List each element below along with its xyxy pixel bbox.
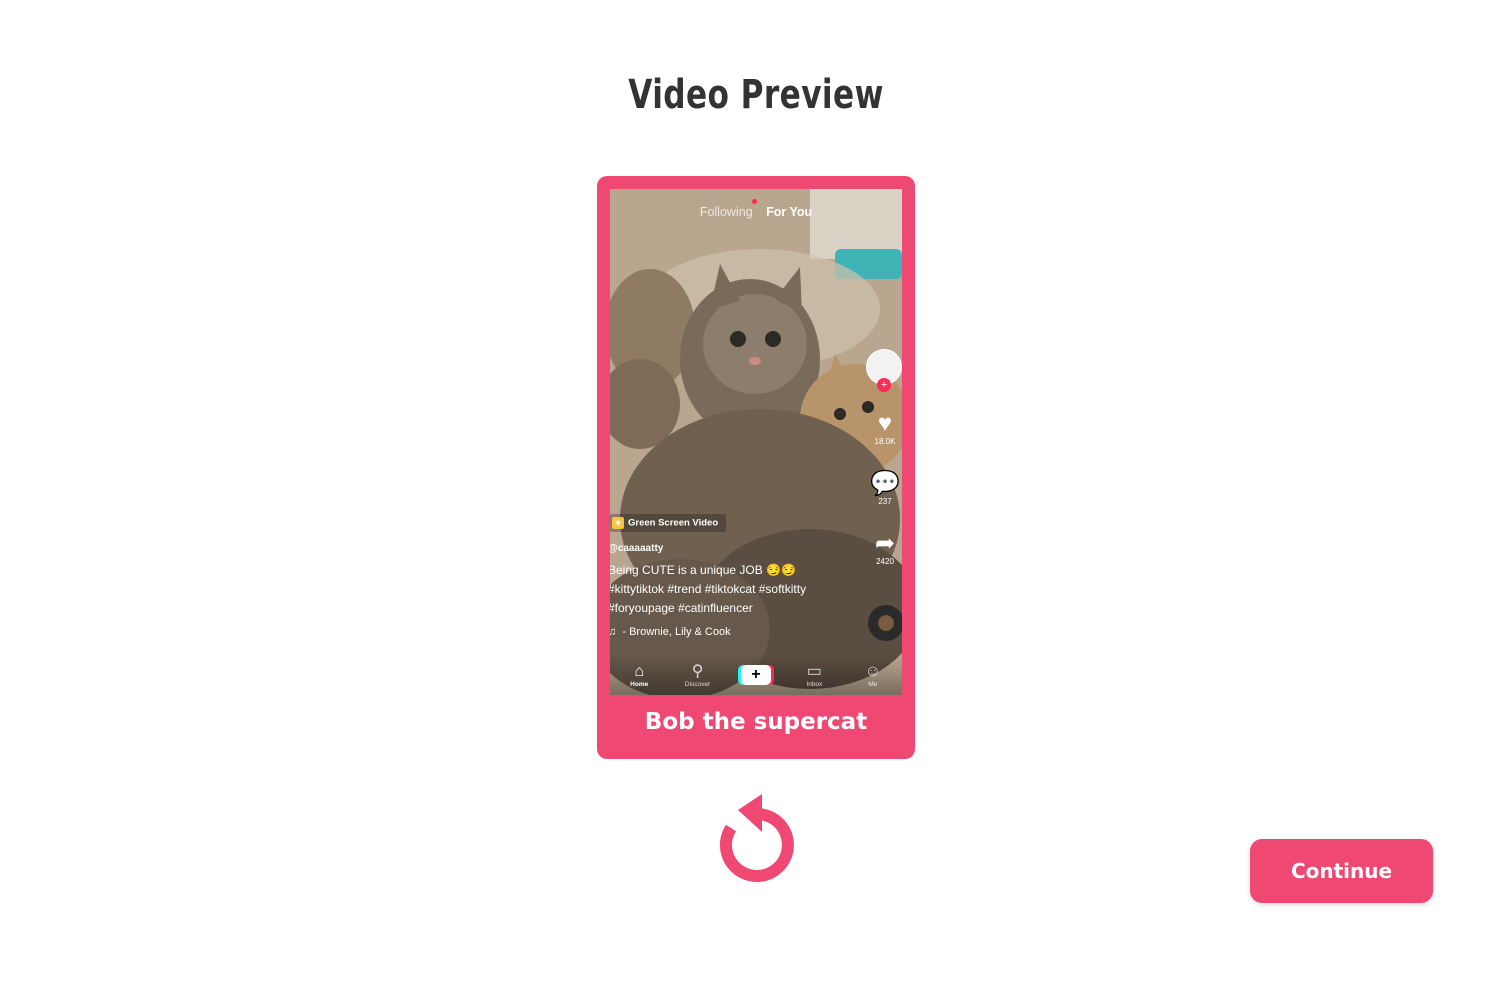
video-title: Bob the supercat [644,709,868,735]
nav-me[interactable]: ☺ Me [848,663,898,688]
inbox-icon: ▭ [806,662,822,680]
video-preview-page: Video Preview Following For You + ♥ 18.0… [0,0,1512,982]
caption-hashtags[interactable]: #kittytiktok #trend #tiktokcat #softkitt… [610,580,858,599]
caption-line: Being CUTE is a unique JOB 😏😏 [610,563,796,577]
video-caption: Being CUTE is a unique JOB 😏😏 #kittytikt… [610,561,858,618]
page-title: Video Preview [628,72,884,118]
nav-discover-label: Discover [684,680,711,688]
tab-following[interactable]: Following [699,199,757,219]
creator-username[interactable]: @caaaaatty [610,543,663,554]
heart-icon: ♥ [877,410,893,437]
video-preview-card: Following For You + ♥ 18.0K 💬 237 ➦ 2420 [597,176,915,759]
nav-inbox[interactable]: ▭ Inbox [789,663,839,688]
creator-avatar[interactable]: + [866,349,902,392]
continue-button[interactable]: Continue [1250,839,1433,903]
effect-badge[interactable]: ✶ Green Screen Video [610,514,727,532]
tab-for-you[interactable]: For You [766,205,812,219]
bottom-nav: ⌂ Home ⚲ Discover + ▭ Inbox ☺ Me [610,655,902,695]
effect-icon: ✶ [612,517,624,529]
nav-home[interactable]: ⌂ Home [614,663,664,688]
kitten-video-frame [610,189,902,695]
comment-count: 237 [878,497,892,506]
music-title: - Brownie, Lily & Cook [622,626,731,638]
share-count: 2420 [876,557,894,566]
music-note-icon: ♫ [610,626,617,638]
tab-following-label: Following [699,205,753,219]
create-plus-icon: + [740,665,771,685]
live-indicator-dot [751,199,757,204]
share-icon: ➦ [874,530,896,557]
search-icon: ⚲ [691,662,704,680]
nav-me-label: Me [868,680,878,688]
comment-action[interactable]: 💬 237 [868,470,902,507]
caption-hashtags[interactable]: #foryoupage #catinfluencer [610,599,858,618]
comment-icon: 💬 [870,470,900,497]
video-player[interactable]: Following For You + ♥ 18.0K 💬 237 ➦ 2420 [610,189,902,695]
nav-home-label: Home [630,680,649,688]
nav-create[interactable]: + [731,665,781,685]
nav-inbox-label: Inbox [806,680,823,688]
home-icon: ⌂ [634,662,645,680]
nav-discover[interactable]: ⚲ Discover [673,663,723,688]
feed-tabs: Following For You [610,199,902,219]
effect-badge-label: Green Screen Video [628,517,719,529]
share-action[interactable]: ➦ 2420 [868,530,902,567]
music-info[interactable]: ♫ - Brownie, Lily & Cook [610,626,731,638]
replay-icon[interactable] [716,792,798,884]
profile-icon: ☺ [864,662,881,680]
like-action[interactable]: ♥ 18.0K [868,410,902,447]
music-disc-icon[interactable] [868,605,902,641]
like-count: 18.0K [874,437,896,446]
follow-plus-icon[interactable]: + [877,378,891,392]
